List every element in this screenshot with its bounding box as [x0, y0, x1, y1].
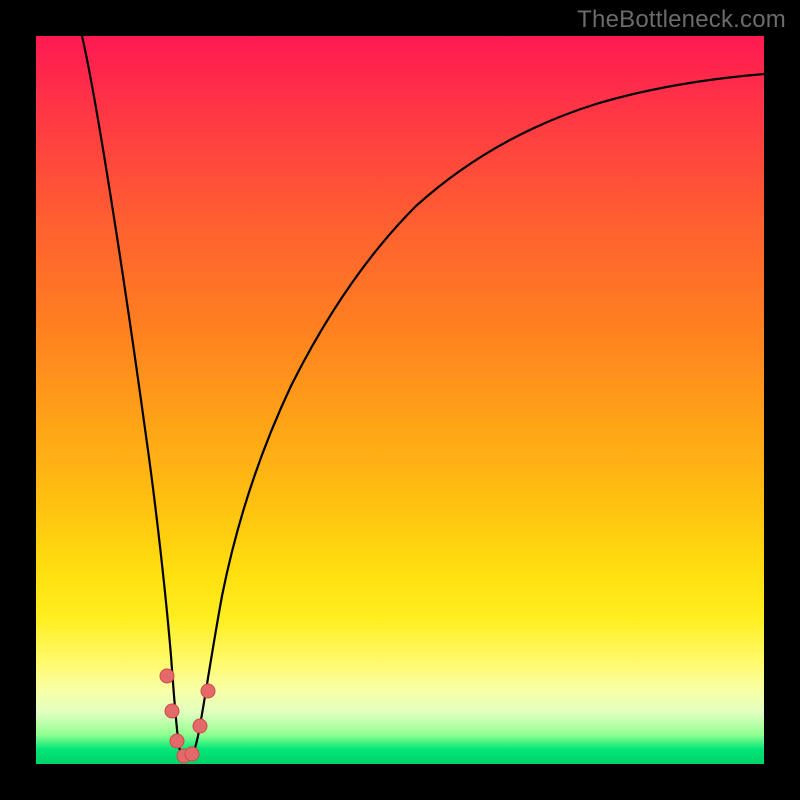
watermark-text: TheBottleneck.com: [577, 6, 786, 34]
marker-dot: [165, 704, 179, 718]
chart-svg: [36, 36, 764, 764]
bottleneck-curve: [82, 36, 764, 760]
marker-dot: [160, 669, 174, 683]
chart-frame: TheBottleneck.com: [0, 0, 800, 800]
marker-dot: [185, 747, 199, 761]
plot-area: [36, 36, 764, 764]
marker-dot: [170, 734, 184, 748]
marker-dot: [193, 719, 207, 733]
marker-dot: [201, 684, 215, 698]
